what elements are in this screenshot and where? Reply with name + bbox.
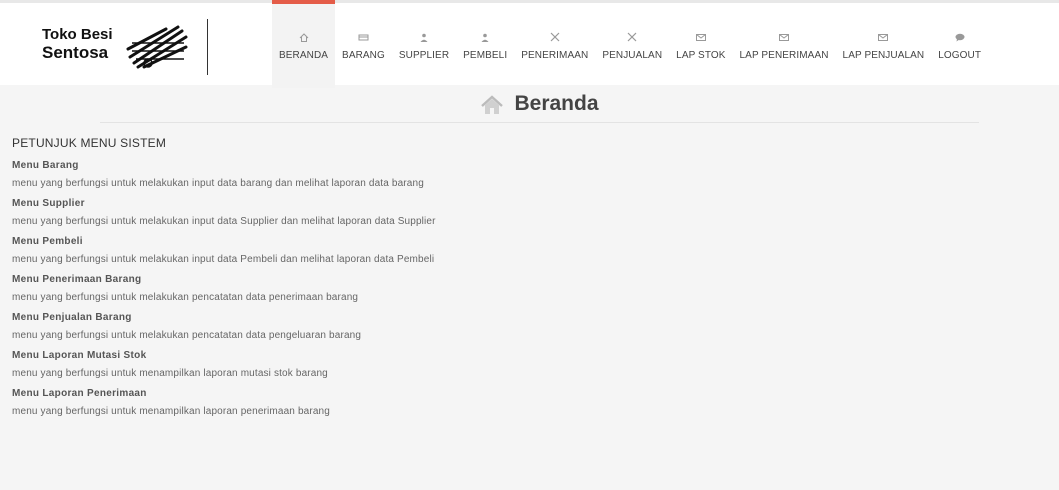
nav-label: PENJUALAN [602,50,663,61]
nav-penjualan[interactable]: PENJUALAN [595,0,669,88]
page-title: Beranda [514,92,599,115]
menu-block-pembeli: Menu Pembeli menu yang berfungsi untuk m… [12,236,1012,265]
menu-desc: menu yang berfungsi untuk menampilkan la… [12,368,328,379]
menu-block-laporan-penerimaan: Menu Laporan Penerimaan menu yang berfun… [12,388,1012,417]
user-icon [416,30,432,44]
nav-label: LAP PENERIMAAN [739,50,829,61]
nav-lap-penjualan[interactable]: LAP PENJUALAN [836,0,932,88]
main-content: PETUNJUK MENU SISTEM Menu Barang menu ya… [12,136,1012,426]
nav-label: BERANDA [279,50,329,61]
menu-desc: menu yang berfungsi untuk menampilkan la… [12,406,330,417]
menu-title: Menu Barang [12,160,79,171]
nav-label: PENERIMAAN [521,50,589,61]
user-icon [477,30,493,44]
menu-block-barang: Menu Barang menu yang berfungsi untuk me… [12,160,1012,189]
main-nav: BERANDA BARANG SUPPLIER PEMBELI PENERIMA… [272,0,988,88]
logo-text: Toko Besi Sentosa [42,26,113,62]
nav-label: LAP PENJUALAN [842,50,925,61]
mail-icon [875,30,891,44]
page-title-bar: Beranda [100,86,979,123]
menu-desc: menu yang berfungsi untuk melakukan penc… [12,330,362,341]
header: Toko Besi Sentosa BERANDA BARANG SUPPLIE… [0,0,1059,88]
section-heading: PETUNJUK MENU SISTEM [12,136,167,150]
nav-penerimaan[interactable]: PENERIMAAN [514,0,595,88]
tools-icon [547,30,563,44]
menu-desc: menu yang berfungsi untuk melakukan inpu… [12,178,424,189]
menu-title: Menu Pembeli [12,236,83,247]
nav-label: LOGOUT [938,50,982,61]
nav-label: LAP STOK [676,50,726,61]
logo-steel-bars-icon [126,25,188,69]
comment-icon [952,30,968,44]
menu-title: Menu Supplier [12,198,85,209]
nav-label: BARANG [342,50,385,61]
tools-icon [624,30,640,44]
menu-desc: menu yang berfungsi untuk melakukan inpu… [12,216,436,227]
mail-icon [693,30,709,44]
menu-block-penerimaan: Menu Penerimaan Barang menu yang berfung… [12,274,1012,303]
nav-logout[interactable]: LOGOUT [931,0,988,88]
home-icon [296,30,312,44]
menu-desc: menu yang berfungsi untuk melakukan penc… [12,292,359,303]
nav-beranda[interactable]: BERANDA [272,0,336,88]
menu-block-penjualan: Menu Penjualan Barang menu yang berfungs… [12,312,1012,341]
menu-title: Menu Penerimaan Barang [12,274,142,285]
nav-barang[interactable]: BARANG [335,0,392,88]
box-icon [355,30,371,44]
nav-lap-penerimaan[interactable]: LAP PENERIMAAN [733,0,836,88]
logo-line2: Sentosa [42,43,109,62]
nav-pembeli[interactable]: PEMBELI [456,0,514,88]
menu-title: Menu Laporan Penerimaan [12,388,147,399]
home-icon [481,95,504,114]
nav-label: SUPPLIER [398,50,450,61]
menu-block-mutasi-stok: Menu Laporan Mutasi Stok menu yang berfu… [12,350,1012,379]
mail-icon [776,30,792,44]
logo-line1: Toko Besi [42,26,113,43]
logo[interactable]: Toko Besi Sentosa [28,19,208,75]
nav-label: PEMBELI [463,50,508,61]
menu-block-supplier: Menu Supplier menu yang berfungsi untuk … [12,198,1012,227]
menu-title: Menu Penjualan Barang [12,312,132,323]
nav-supplier[interactable]: SUPPLIER [392,0,456,88]
menu-title: Menu Laporan Mutasi Stok [12,350,147,361]
nav-lap-stok[interactable]: LAP STOK [669,0,732,88]
menu-desc: menu yang berfungsi untuk melakukan inpu… [12,254,435,265]
